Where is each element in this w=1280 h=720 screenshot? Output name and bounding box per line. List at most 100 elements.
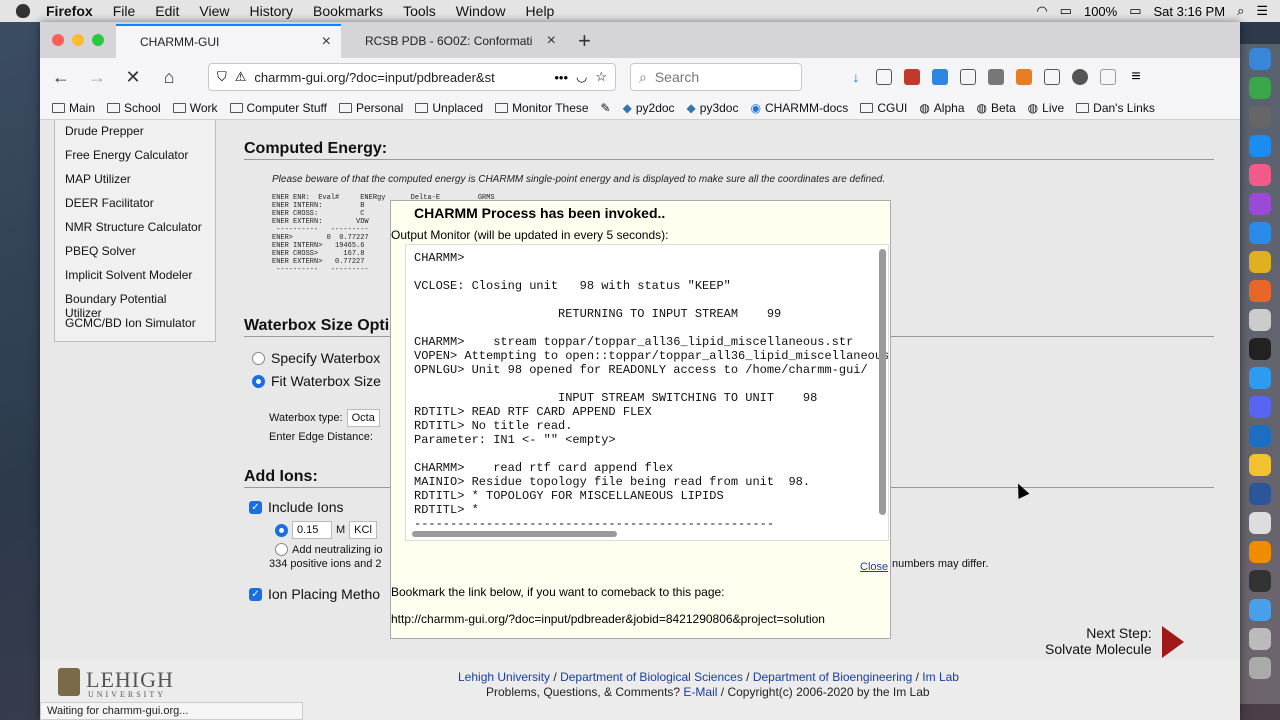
radio-selected-icon[interactable] — [252, 374, 265, 388]
bookmark-work[interactable]: Work — [172, 101, 218, 115]
sidebar-item-map-utilizer[interactable]: MAP Utilizer — [55, 168, 215, 192]
minimize-window-icon[interactable] — [72, 34, 84, 46]
sidebar-item-implicit-solvent-modeler[interactable]: Implicit Solvent Modeler — [55, 264, 215, 288]
page-actions-icon[interactable]: ••• — [554, 70, 568, 85]
ion-type-select[interactable]: KCl — [349, 521, 377, 539]
podcasts-icon[interactable] — [1249, 193, 1271, 215]
control-center-icon[interactable]: ☰ — [1256, 3, 1268, 19]
shield-icon[interactable]: ⛉ — [217, 69, 227, 85]
close-tab-icon[interactable]: × — [541, 32, 556, 50]
discord-icon[interactable] — [1249, 396, 1271, 418]
reader-icon[interactable] — [1100, 69, 1116, 85]
bookmark-unplaced[interactable]: Unplaced — [415, 101, 483, 115]
bookmark-py2doc[interactable]: ◆ py2doc — [623, 101, 675, 115]
link-im-lab[interactable]: Im Lab — [922, 670, 959, 684]
vlc-icon[interactable] — [1249, 541, 1271, 563]
bookmark-cgui[interactable]: CGUI — [860, 101, 907, 115]
specify-waterbox-option[interactable]: Specify Waterbox — [252, 350, 380, 366]
bookmark-url[interactable]: http://charmm-gui.org/?doc=input/pdbread… — [391, 612, 825, 626]
close-window-icon[interactable] — [52, 34, 64, 46]
ion-placing-option[interactable]: ✓ Ion Placing Metho — [249, 586, 380, 602]
clock[interactable]: Sat 3:16 PM — [1154, 4, 1226, 19]
output-monitor[interactable]: CHARMM> VCLOSE: Closing unit 98 with sta… — [405, 244, 889, 541]
bookmark-personal[interactable]: Personal — [338, 101, 403, 115]
next-arrow-icon[interactable] — [1162, 626, 1184, 658]
forward-button[interactable]: → — [82, 62, 112, 92]
ion-concentration-input[interactable]: 0.15 — [292, 521, 332, 539]
tab-rcsb-pdb[interactable]: RCSB PDB - 6O0Z: Conformati × — [341, 24, 566, 58]
battery-icon[interactable]: ▭ — [1129, 3, 1141, 19]
checkbox-checked-icon[interactable]: ✓ — [249, 587, 262, 601]
sidebar-item-drude-prepper[interactable]: Drude Prepper — [55, 120, 215, 144]
bookmark-main[interactable]: Main — [52, 101, 95, 115]
flag-icon[interactable]: ▭ — [1060, 3, 1072, 19]
apple-icon[interactable] — [16, 4, 30, 18]
terminal-icon[interactable] — [1249, 338, 1271, 360]
horizontal-scrollbar[interactable] — [412, 531, 617, 537]
menu-bookmarks[interactable]: Bookmarks — [303, 3, 393, 19]
next-step[interactable]: Next Step: Solvate Molecule — [1045, 625, 1152, 657]
include-ions-option[interactable]: ✓ Include Ions — [249, 499, 344, 515]
safari-icon[interactable] — [1249, 222, 1271, 244]
menu-file[interactable]: File — [103, 3, 146, 19]
radio-icon[interactable] — [275, 543, 288, 556]
elephant-icon[interactable] — [1249, 309, 1271, 331]
textedit-icon[interactable] — [1249, 512, 1271, 534]
link-email[interactable]: E-Mail — [683, 685, 717, 699]
pocket-icon[interactable]: ◡ — [576, 69, 587, 85]
idea-icon[interactable] — [1249, 454, 1271, 476]
bookmark-alpha[interactable]: ◍ Alpha — [919, 101, 964, 115]
lock-icon[interactable]: ⚠ — [235, 69, 247, 85]
tab-charmm-gui[interactable]: CHARMM-GUI × — [116, 24, 341, 58]
menu-history[interactable]: History — [239, 3, 303, 19]
bookmark-py3doc[interactable]: ◆ py3doc — [687, 101, 739, 115]
sidebar-item-boundary-potential-utilizer[interactable]: Boundary Potential Utilizer — [55, 288, 215, 320]
link-lehigh-university[interactable]: Lehigh University — [458, 670, 550, 684]
hamburger-menu-icon[interactable]: ≡ — [1128, 69, 1144, 85]
bookmark-computer-stuff[interactable]: Computer Stuff — [229, 101, 327, 115]
close-tab-icon[interactable]: × — [316, 33, 331, 51]
sidebar-item-gcmc-bd-ion-simulator[interactable]: GCMC/BD Ion Simulator — [55, 312, 215, 336]
maps-icon[interactable] — [1249, 77, 1271, 99]
library-icon[interactable] — [876, 69, 892, 85]
system-prefs-icon[interactable] — [1249, 106, 1271, 128]
bookmark-dans-links[interactable]: Dan's Links — [1076, 101, 1155, 115]
bookmark-live[interactable]: ◍ Live — [1028, 101, 1065, 115]
link-biological-sciences[interactable]: Department of Biological Sciences — [560, 670, 743, 684]
wifi-icon[interactable]: ◠ — [1036, 3, 1047, 19]
bookmark-school[interactable]: School — [107, 101, 161, 115]
checkbox-checked-icon[interactable]: ✓ — [249, 500, 262, 514]
back-button[interactable]: ← — [46, 62, 76, 92]
ublock-icon[interactable] — [904, 69, 920, 85]
url-bar[interactable]: ⛉ ⚠ charmm-gui.org/?doc=input/pdbreader&… — [208, 63, 616, 91]
firefox-icon[interactable] — [1249, 280, 1271, 302]
finder-icon[interactable] — [1249, 48, 1271, 70]
spotlight-icon[interactable]: ⌕ — [1237, 3, 1244, 19]
fit-waterbox-option[interactable]: Fit Waterbox Size — [252, 373, 381, 389]
menu-tools[interactable]: Tools — [393, 3, 446, 19]
menu-edit[interactable]: Edit — [145, 3, 189, 19]
app-store-icon[interactable] — [1249, 135, 1271, 157]
menu-view[interactable]: View — [189, 3, 239, 19]
star-icon[interactable]: ☆ — [595, 69, 607, 85]
menu-help[interactable]: Help — [516, 3, 565, 19]
extension-tool-icon[interactable] — [988, 69, 1004, 85]
battery-percent[interactable]: 100% — [1084, 4, 1117, 19]
downloads-icon[interactable] — [1249, 628, 1271, 650]
link-bioengineering[interactable]: Department of Bioengineering — [753, 670, 912, 684]
music-icon[interactable] — [1249, 164, 1271, 186]
waterbox-type-select[interactable]: Octa — [346, 409, 380, 427]
bookmark-pencil[interactable]: ✎ — [601, 101, 611, 115]
zoom-window-icon[interactable] — [92, 34, 104, 46]
search-bar[interactable]: ⌕ Search — [630, 63, 802, 91]
radio-icon[interactable] — [252, 351, 265, 365]
obs-icon[interactable] — [1249, 570, 1271, 592]
pycharm-icon[interactable] — [1249, 425, 1271, 447]
close-link[interactable]: Close — [860, 561, 888, 573]
sidebar-item-free-energy-calculator[interactable]: Free Energy Calculator — [55, 144, 215, 168]
new-tab-button[interactable]: + — [566, 28, 603, 58]
radio-selected-icon[interactable] — [275, 523, 288, 537]
menu-app-name[interactable]: Firefox — [36, 3, 103, 19]
extension-tag-icon[interactable] — [1016, 69, 1032, 85]
bookmark-beta[interactable]: ◍ Beta — [977, 101, 1016, 115]
